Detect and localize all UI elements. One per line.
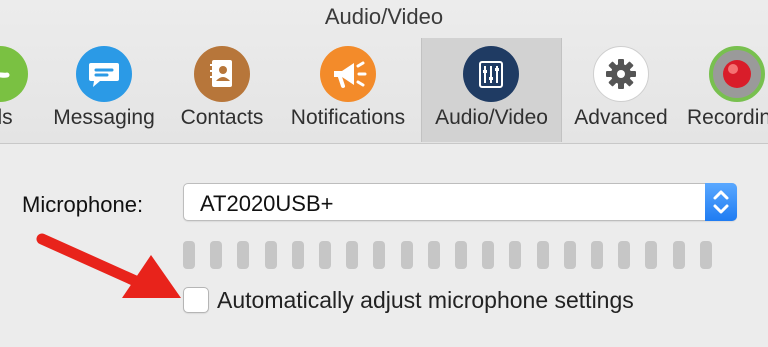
record-button-icon <box>709 46 765 102</box>
tab-messaging-label: Messaging <box>53 106 155 129</box>
level-meter-segment <box>618 241 630 269</box>
preferences-toolbar: Audio/Video Calls Messaging Contacts Not… <box>0 0 768 144</box>
level-meter-segment <box>645 241 657 269</box>
tab-notifications[interactable]: Notifications <box>282 38 414 142</box>
level-meter-segment <box>428 241 440 269</box>
level-meter-segment <box>700 241 712 269</box>
level-meter-segment <box>673 241 685 269</box>
preferences-window: Audio/Video Calls Messaging Contacts Not… <box>0 0 768 347</box>
select-chevrons-icon <box>705 183 737 221</box>
level-meter-segment <box>319 241 331 269</box>
tab-recording[interactable]: Recording <box>684 38 768 142</box>
tab-advanced[interactable]: Advanced <box>566 38 676 142</box>
level-meter-segment <box>292 241 304 269</box>
level-meter-segment <box>509 241 521 269</box>
auto-adjust-label[interactable]: Automatically adjust microphone settings <box>217 287 634 314</box>
level-meter-segment <box>455 241 467 269</box>
tab-advanced-label: Advanced <box>574 106 668 129</box>
tab-audio-video[interactable]: Audio/Video <box>421 38 562 142</box>
tab-recording-label: Recording <box>687 106 768 129</box>
level-meter-segment <box>537 241 549 269</box>
level-meter-segment <box>591 241 603 269</box>
microphone-selected-value: AT2020USB+ <box>200 191 334 216</box>
level-meter-segment <box>373 241 385 269</box>
address-book-icon <box>194 46 250 102</box>
level-meter-segment <box>482 241 494 269</box>
microphone-select[interactable]: AT2020USB+ <box>183 183 737 221</box>
microphone-level-meter <box>183 241 743 269</box>
red-arrow-annotation <box>36 233 181 298</box>
level-meter-segment <box>401 241 413 269</box>
tab-contacts-label: Contacts <box>180 106 264 129</box>
tab-contacts[interactable]: Contacts <box>170 38 274 142</box>
tab-messaging[interactable]: Messaging <box>47 38 161 142</box>
tab-audio-video-label: Audio/Video <box>435 106 548 129</box>
tab-calls-label: Calls <box>0 106 13 129</box>
sliders-icon <box>463 46 519 102</box>
level-meter-segment <box>265 241 277 269</box>
level-meter-segment <box>237 241 249 269</box>
auto-adjust-checkbox[interactable] <box>183 287 209 313</box>
level-meter-segment <box>346 241 358 269</box>
window-title: Audio/Video <box>324 4 444 29</box>
megaphone-icon <box>320 46 376 102</box>
microphone-label: Microphone: <box>22 192 144 217</box>
phone-icon <box>0 46 28 102</box>
level-meter-segment <box>564 241 576 269</box>
tab-calls[interactable]: Calls <box>0 38 28 142</box>
chat-bubble-icon <box>76 46 132 102</box>
level-meter-segment <box>210 241 222 269</box>
gear-icon <box>593 46 649 102</box>
tab-notifications-label: Notifications <box>290 106 406 129</box>
